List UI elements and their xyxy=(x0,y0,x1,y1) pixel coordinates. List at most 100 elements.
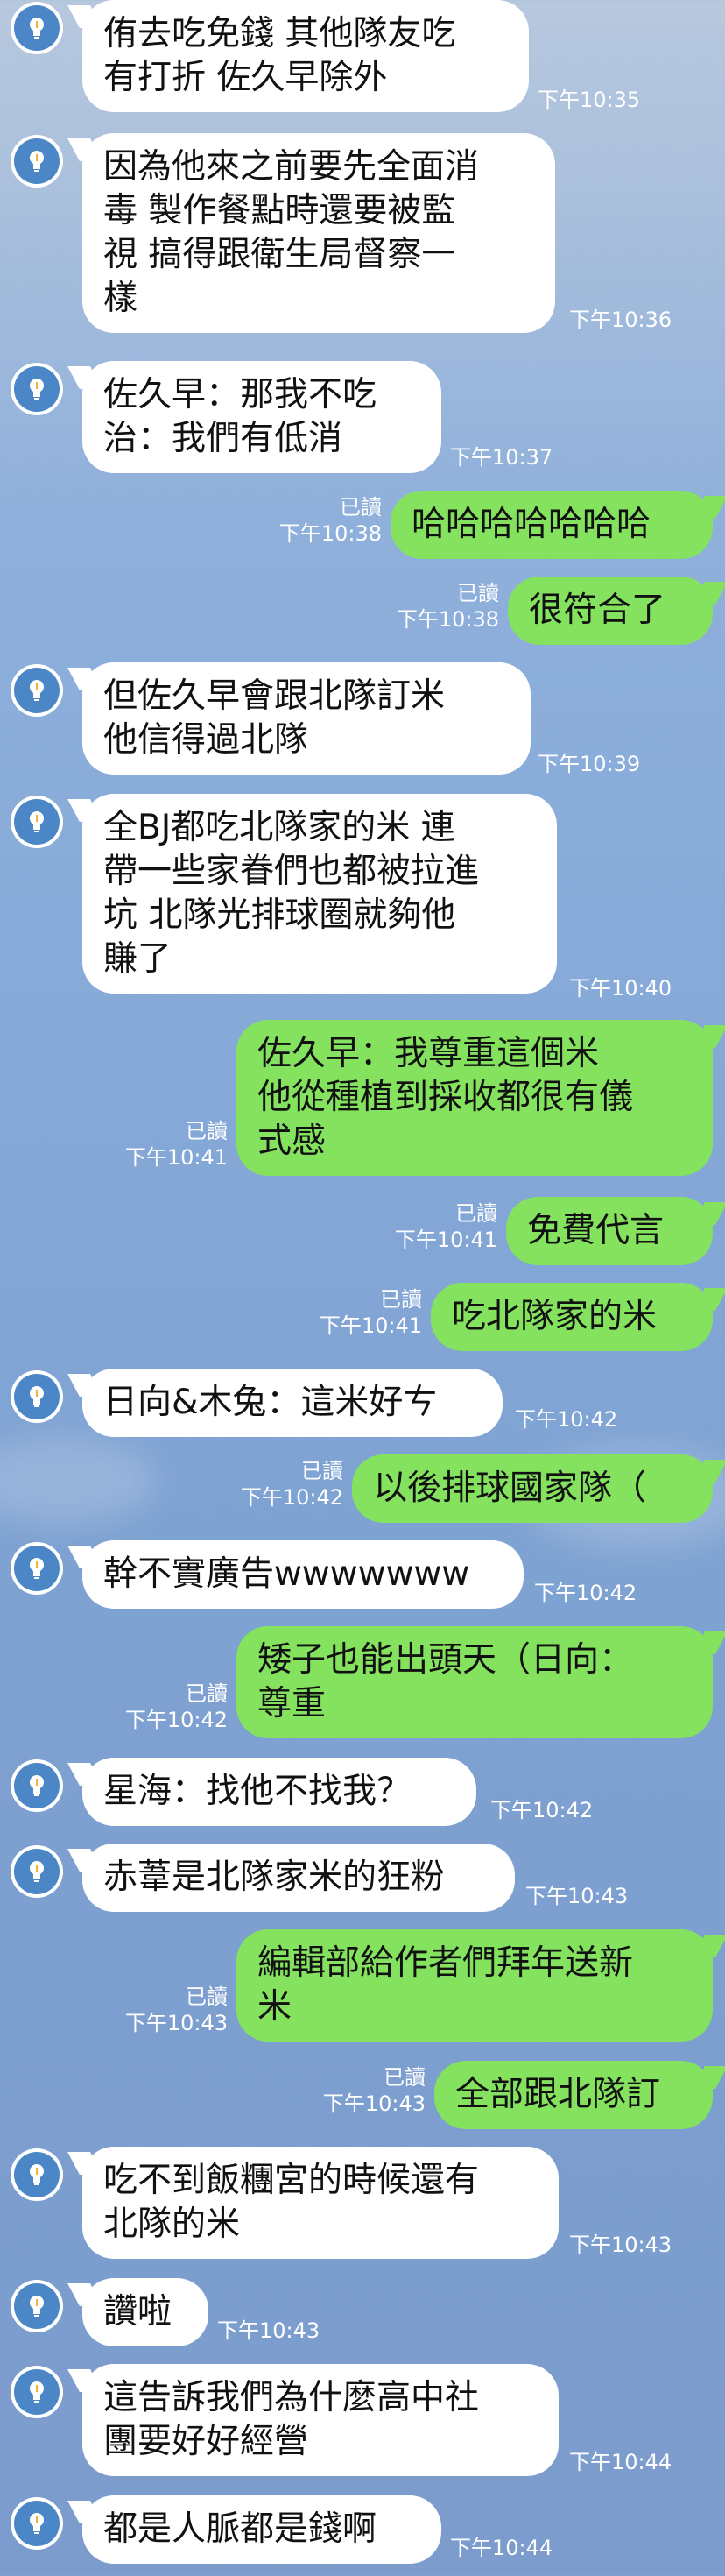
message-text-line: 讚啦 xyxy=(103,2292,172,2332)
lightbulb-avatar-icon[interactable] xyxy=(11,1370,63,1423)
message-timestamp: 下午10:44 xyxy=(569,2450,672,2474)
message-timestamp: 下午10:43 xyxy=(217,2318,320,2343)
lightbulb-avatar-icon[interactable] xyxy=(11,363,63,415)
outgoing-message-bubble[interactable]: 全部跟北隊訂 xyxy=(434,2061,713,2129)
read-receipt: 已讀 xyxy=(380,1287,422,1312)
outgoing-message-bubble[interactable]: 以後排球國家隊（ xyxy=(352,1454,713,1523)
message-timestamp: 下午10:38 xyxy=(278,521,382,546)
message-text-line: 很符合了 xyxy=(529,591,666,630)
avatar-ring xyxy=(14,668,60,713)
message-text-line: 日向&木兔：這米好ㄘ xyxy=(103,1383,438,1422)
message-timestamp: 下午10:42 xyxy=(534,1581,637,1605)
message-meta: 已讀 下午10:41 xyxy=(320,1286,422,1339)
avatar-ring xyxy=(14,2152,60,2197)
outgoing-message-bubble[interactable]: 佐久早：我尊重這個米 他從種植到採收都很有儀 式感 xyxy=(236,1020,713,1176)
avatar-ring xyxy=(14,2501,60,2546)
incoming-message-bubble[interactable]: 讚啦 xyxy=(82,2278,208,2346)
message-meta: 已讀 下午10:38 xyxy=(397,580,499,633)
incoming-message-bubble[interactable]: 因為他來之前要先全面消毒 製作餐點時還要被監視 搞得跟衛生局督察一樣 xyxy=(82,133,555,333)
message-text-line: 赤葦是北隊家米的狂粉 xyxy=(103,1858,446,1897)
lightbulb-avatar-icon[interactable] xyxy=(11,664,63,717)
message-text-line: 全部跟北隊訂 xyxy=(455,2075,661,2114)
outgoing-message-bubble[interactable]: 哈哈哈哈哈哈哈 xyxy=(391,491,713,559)
lightbulb-avatar-icon[interactable] xyxy=(11,2366,63,2418)
lightbulb-avatar-icon[interactable] xyxy=(11,796,63,848)
message-timestamp: 下午10:42 xyxy=(490,1798,594,1822)
message-text-line: 都是人脈都是錢啊 xyxy=(103,2509,377,2549)
message-timestamp: 下午10:42 xyxy=(515,1407,618,1432)
message-timestamp: 下午10:43 xyxy=(124,2011,228,2035)
message-text-line: 坑 北隊光排球圈就夠他 xyxy=(103,895,456,935)
read-receipt: 已讀 xyxy=(186,1681,228,1706)
lightbulb-avatar-icon[interactable] xyxy=(11,1845,63,1898)
incoming-message-bubble[interactable]: 但佐久早會跟北隊訂米 他信得過北隊 xyxy=(82,662,531,775)
avatar-ring xyxy=(14,1763,60,1808)
incoming-message-bubble[interactable]: 都是人脈都是錢啊 xyxy=(82,2495,441,2564)
message-text-line: 他信得過北隊 xyxy=(103,720,309,760)
message-meta: 已讀 下午10:38 xyxy=(279,494,382,547)
avatar-ring xyxy=(14,2369,60,2415)
outgoing-message-bubble[interactable]: 免費代言 xyxy=(506,1197,713,1265)
message-text-line: 視 搞得跟衛生局督察一 xyxy=(103,235,456,274)
message-text-line: 以後排球國家隊（ xyxy=(373,1468,647,1508)
outgoing-message-bubble[interactable]: 很符合了 xyxy=(508,577,713,645)
message-text-line: 編輯部給作者們拜年送新 xyxy=(257,1943,634,1983)
incoming-message-bubble[interactable]: 赤葦是北隊家米的狂粉 xyxy=(82,1844,515,1912)
outgoing-message-bubble[interactable]: 編輯部給作者們拜年送新米 xyxy=(236,1929,713,2042)
avatar-ring xyxy=(14,138,60,184)
message-text-line: 侑去吃免錢 其他隊友吃 xyxy=(103,14,456,53)
incoming-message-bubble[interactable]: 幹不實廣告wwwwwww xyxy=(82,1540,524,1609)
lightbulb-avatar-icon[interactable] xyxy=(11,1759,63,1812)
lightbulb-avatar-icon[interactable] xyxy=(11,2280,63,2332)
message-text-line: 治：我們有低消 xyxy=(103,419,343,458)
message-text-line: 毒 製作餐點時還要被監 xyxy=(103,191,456,230)
message-timestamp: 下午10:43 xyxy=(525,1884,629,1908)
lightbulb-avatar-icon[interactable] xyxy=(11,2148,63,2201)
lightbulb-avatar-icon[interactable] xyxy=(11,2,63,54)
sky-cloud xyxy=(0,1437,158,1525)
message-text-line: 吃北隊家的米 xyxy=(452,1297,658,1336)
message-timestamp: 下午10:36 xyxy=(569,308,672,332)
read-receipt: 已讀 xyxy=(457,581,499,605)
message-text-line: 他從種植到採收都很有儀 xyxy=(257,1078,634,1117)
incoming-message-bubble[interactable]: 佐久早：那我不吃 治：我們有低消 xyxy=(82,361,441,473)
outgoing-message-bubble[interactable]: 吃北隊家的米 xyxy=(431,1283,713,1351)
message-text-line: 佐久早：我尊重這個米 xyxy=(257,1034,600,1073)
message-timestamp: 下午10:35 xyxy=(538,88,641,112)
message-timestamp: 下午10:42 xyxy=(240,1485,343,1510)
message-meta: 已讀 下午10:41 xyxy=(395,1200,497,1253)
read-receipt: 已讀 xyxy=(384,2065,426,2090)
message-timestamp: 下午10:37 xyxy=(450,445,553,470)
incoming-message-bubble[interactable]: 星海：找他不找我？ xyxy=(82,1758,476,1826)
incoming-message-bubble[interactable]: 全BJ都吃北隊家的米 連帶一些家眷們也都被拉進坑 北隊光排球圈就夠他 賺了 xyxy=(82,794,557,994)
message-timestamp: 下午10:41 xyxy=(124,1145,228,1170)
message-meta: 已讀 下午10:43 xyxy=(125,1984,228,2036)
message-text-line: 式感 xyxy=(257,1122,327,1161)
lightbulb-avatar-icon[interactable] xyxy=(11,2497,63,2550)
message-timestamp: 下午10:39 xyxy=(538,752,641,776)
message-text-line: 團要好好經營 xyxy=(103,2422,309,2461)
message-text-line: 全BJ都吃北隊家的米 連 xyxy=(103,808,455,847)
incoming-message-bubble[interactable]: 吃不到飯糰宮的時候還有 北隊的米 xyxy=(82,2147,559,2259)
message-meta: 已讀 下午10:42 xyxy=(241,1458,343,1511)
message-text-line: 米 xyxy=(257,1987,292,2027)
message-timestamp: 下午10:44 xyxy=(450,2536,553,2560)
message-meta: 已讀 下午10:43 xyxy=(323,2064,426,2117)
message-timestamp: 下午10:43 xyxy=(569,2233,672,2257)
message-text-line: 免費代言 xyxy=(527,1211,665,1250)
message-text-line: 幹不實廣告wwwwwww xyxy=(103,1554,470,1594)
message-text-line: 賺了 xyxy=(103,939,172,979)
incoming-message-bubble[interactable]: 日向&木兔：這米好ㄘ xyxy=(82,1369,503,1437)
message-text-line: 但佐久早會跟北隊訂米 xyxy=(103,676,446,716)
message-text-line: 矮子也能出頭天（日向： xyxy=(257,1640,634,1680)
incoming-message-bubble[interactable]: 侑去吃免錢 其他隊友吃 有打折 佐久早除外 xyxy=(82,0,529,112)
incoming-message-bubble[interactable]: 這告訴我們為什麼高中社 團要好好經營 xyxy=(82,2364,559,2476)
lightbulb-avatar-icon[interactable] xyxy=(11,1542,63,1595)
message-text-line: 尊重 xyxy=(257,1684,327,1723)
lightbulb-avatar-icon[interactable] xyxy=(11,135,63,188)
message-meta: 已讀 下午10:42 xyxy=(125,1681,228,1733)
read-receipt: 已讀 xyxy=(186,1985,228,2009)
outgoing-message-bubble[interactable]: 矮子也能出頭天（日向： 尊重 xyxy=(236,1626,713,1738)
message-text-line: 有打折 佐久早除外 xyxy=(103,58,388,97)
message-text-line: 哈哈哈哈哈哈哈 xyxy=(412,505,651,544)
